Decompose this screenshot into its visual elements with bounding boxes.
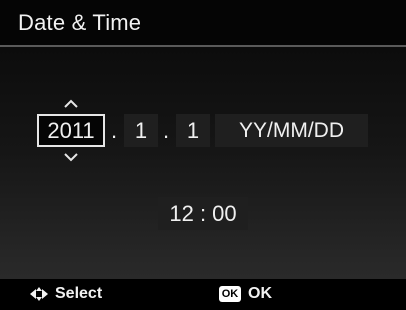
decrease-arrow-icon[interactable] [63, 152, 79, 162]
title-bar: Date & Time [0, 0, 406, 47]
page-title: Date & Time [18, 10, 142, 35]
year-field[interactable]: 2011 [37, 114, 105, 147]
day-field[interactable]: 1 [176, 114, 210, 147]
ok-button-icon: OK [219, 286, 241, 302]
date-separator: . [162, 118, 170, 143]
date-time-screen: Date & Time 2011 . 1 . 1 YY/MM/DD 12 : 0… [0, 0, 406, 310]
date-time-settings-panel: 2011 . 1 . 1 YY/MM/DD 12 : 00 [0, 47, 406, 279]
time-field[interactable]: 12 : 00 [158, 197, 248, 230]
button-guide-bar: Select OK OK [0, 279, 406, 310]
four-way-arrows-icon [30, 287, 48, 301]
select-hint-label: Select [55, 285, 103, 302]
month-field[interactable]: 1 [124, 114, 158, 147]
date-separator: . [110, 118, 118, 143]
increase-arrow-icon[interactable] [63, 99, 79, 109]
ok-hint-label: OK [248, 285, 272, 302]
date-format-field[interactable]: YY/MM/DD [215, 114, 368, 147]
